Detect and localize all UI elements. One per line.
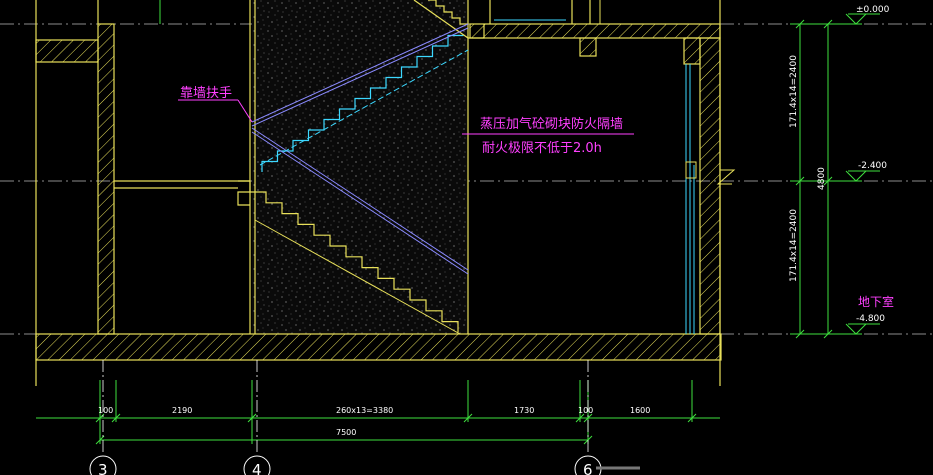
level-bottom-label: -4.800: [856, 314, 885, 324]
ground-slab: [35, 333, 722, 361]
handrail-leader: [178, 99, 253, 123]
dim-seg3: 260x13=3380: [336, 406, 393, 415]
dim-total-vertical: 4800: [817, 167, 827, 190]
axis-bubble-4: 4: [243, 455, 271, 475]
stair-section-drawing: 靠墙扶手 蒸压加气砼砌块防火隔墙 耐火极限不低于2.0h 171.4x14=24…: [0, 0, 933, 475]
level-top-label: ±0.000: [856, 5, 890, 15]
level-marker-top: [845, 13, 880, 25]
wall-note-line1: 蒸压加气砼砌块防火隔墙: [480, 116, 623, 132]
dim-upper: 171.4x14=2400: [789, 55, 799, 128]
basement-label: 地下室: [858, 294, 894, 309]
level-marker-bottom: [845, 323, 880, 335]
dim-total-horizontal: 7500: [336, 428, 356, 437]
dim-seg4: 1730: [514, 406, 534, 415]
svg-text:3: 3: [98, 461, 108, 475]
dim-seg1: 100: [98, 406, 113, 415]
cad-drawing-canvas: 靠墙扶手 蒸压加气砼砌块防火隔墙 耐火极限不低于2.0h 171.4x14=24…: [0, 0, 933, 475]
dim-lower: 171.4x14=2400: [789, 209, 799, 282]
axis-bubble-6: 6: [574, 455, 602, 475]
wall-note-line2: 耐火极限不低于2.0h: [482, 141, 602, 156]
left-wall: [35, 0, 250, 386]
axis-bubble-3: 3: [89, 455, 117, 475]
handrail-label: 靠墙扶手: [180, 86, 232, 101]
level-mid-label: -2.400: [858, 161, 887, 171]
svg-text:4: 4: [252, 461, 262, 475]
right-structure: [469, 0, 736, 386]
dim-seg2: 2190: [172, 406, 192, 415]
landing-nose: [237, 180, 251, 206]
svg-text:6: 6: [583, 461, 593, 475]
dim-seg6: 1600: [630, 406, 650, 415]
stair-shaft-fill: [252, 0, 468, 334]
dim-seg5: 100: [578, 406, 593, 415]
level-marker-mid: [845, 170, 880, 182]
